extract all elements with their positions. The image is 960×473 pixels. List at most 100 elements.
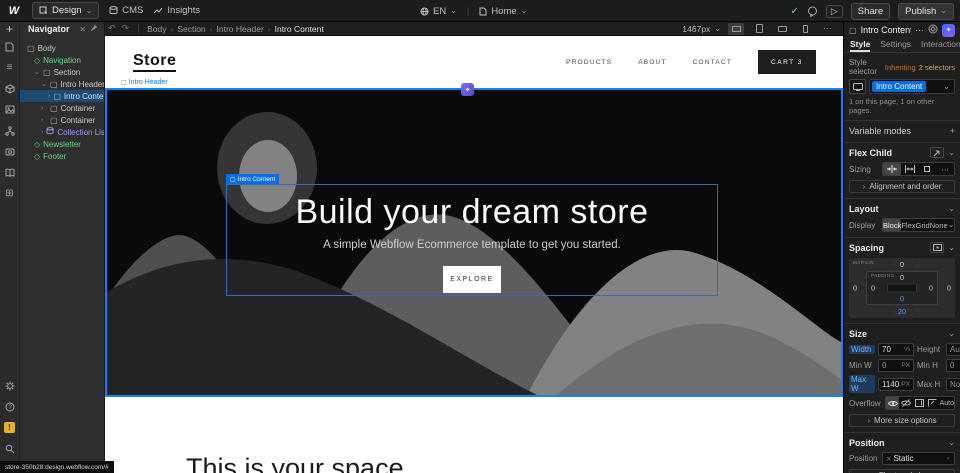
chevron-down-icon[interactable]: ⌄ — [948, 244, 955, 252]
webflow-logo[interactable]: W — [6, 5, 22, 17]
chevron-right-icon[interactable]: › — [48, 93, 50, 100]
overflow-auto-option[interactable]: Auto — [940, 397, 954, 409]
cms-button[interactable]: CMS — [109, 5, 143, 16]
sizing-more-option[interactable]: ⋯ — [936, 163, 954, 175]
insights-button[interactable]: Insights — [153, 5, 200, 16]
width-unit[interactable]: % — [904, 346, 910, 353]
locale-switcher[interactable]: EN ⌄ — [420, 6, 457, 17]
tab-style[interactable]: Style — [850, 38, 870, 52]
margin-top-value[interactable]: 0 — [849, 260, 955, 269]
sizing-grow-option[interactable] — [901, 163, 919, 175]
selection-tag-intro-header[interactable]: ▢ Intro Header — [121, 79, 168, 86]
class-selector-input[interactable]: Intro Content ⌄ — [869, 79, 955, 94]
padding-right-value[interactable]: 0 — [929, 284, 933, 293]
hero-section[interactable]: ✦ ▢ Intro Content Build your dream store… — [105, 88, 843, 397]
share-button[interactable]: Share — [851, 3, 890, 20]
create-component-icon[interactable] — [928, 24, 938, 36]
inherited-selectors-link[interactable]: 2 selectors — [919, 63, 955, 72]
tab-interactions[interactable]: Interactions — [921, 38, 960, 52]
tree-item-navigation[interactable]: ◇ Navigation — [20, 54, 104, 66]
design-mode-button[interactable]: Design ⌄ — [32, 2, 99, 19]
redo-icon[interactable]: ↷ — [119, 23, 133, 34]
next-section[interactable]: This is your space — [105, 397, 843, 473]
tree-item-container[interactable]: › ▢ Container — [20, 102, 104, 114]
flex-child-preset-icon[interactable] — [930, 147, 944, 158]
page-switcher[interactable]: Home ⌄ — [479, 6, 527, 17]
chevron-down-icon[interactable]: ⌄ — [41, 80, 47, 88]
symbols-icon[interactable] — [0, 120, 20, 141]
breadcrumb-body[interactable]: Body — [145, 24, 168, 34]
height-input[interactable]: Auto ⌄ — [946, 343, 960, 356]
preview-button[interactable]: ▷ — [826, 5, 843, 18]
padding-left-value[interactable]: 0 — [871, 284, 875, 293]
pages-icon[interactable] — [0, 36, 20, 57]
min-width-input[interactable]: 0 PX — [878, 359, 914, 372]
collapse-panel-icon[interactable]: ✕ — [77, 25, 88, 34]
libraries-icon[interactable] — [0, 162, 20, 183]
chevron-down-icon[interactable]: ⌄ — [948, 439, 955, 447]
intro-content-selection-box[interactable]: Build your dream store A simple Webflow … — [226, 184, 718, 296]
overflow-hidden-icon[interactable] — [899, 397, 912, 409]
margin-right-value[interactable]: 0 — [947, 284, 951, 293]
spacing-preset-icon[interactable] — [930, 242, 944, 253]
breakpoint-landscape-icon[interactable] — [774, 23, 790, 35]
hero-title[interactable]: Build your dream store — [227, 193, 717, 232]
breakpoint-desktop-icon[interactable] — [728, 23, 744, 35]
tree-item-intro-header[interactable]: ⌄ ▢ Intro Header — [20, 78, 104, 90]
tree-item-collection-list[interactable]: › Collection List Wra... — [20, 126, 104, 138]
settings-gear-icon[interactable] — [0, 375, 20, 396]
cart-button[interactable]: CART 3 — [758, 50, 816, 74]
ai-assistant-button[interactable]: ✦ — [942, 24, 955, 37]
site-header[interactable]: Store PRODUCTS ABOUT CONTACT CART 3 — [105, 36, 843, 88]
help-icon[interactable]: ? — [0, 396, 20, 417]
element-more-icon[interactable]: ⋯ — [915, 25, 924, 36]
chevron-right-icon[interactable]: › — [41, 105, 47, 112]
margin-bottom-value[interactable]: 20 — [849, 307, 955, 316]
display-grid-option[interactable]: Grid — [916, 219, 930, 231]
site-brand[interactable]: Store — [133, 52, 176, 72]
navigator-icon[interactable]: ≡ — [0, 57, 20, 78]
position-select[interactable]: ✕ Static ⌄ — [882, 452, 955, 465]
undo-icon[interactable]: ↶ — [105, 23, 119, 34]
more-breakpoints-icon[interactable]: ⋯ — [820, 23, 835, 34]
warning-icon[interactable]: ! — [0, 417, 20, 438]
hero-subtitle[interactable]: A simple Webflow Ecommerce template to g… — [227, 239, 717, 251]
tree-item-footer[interactable]: ◇ Footer — [20, 150, 104, 162]
nav-link-about[interactable]: ABOUT — [638, 59, 666, 66]
components-icon[interactable] — [0, 78, 20, 99]
breadcrumb-intro-content[interactable]: Intro Content — [273, 24, 326, 34]
breakpoint-indicator-icon[interactable] — [849, 79, 866, 94]
float-and-clear-button[interactable]: › Float and clear — [849, 469, 955, 473]
max-width-unit[interactable]: PX — [901, 381, 910, 388]
chevron-down-icon[interactable]: ⌄ — [34, 68, 40, 76]
tree-item-intro-content[interactable]: › ▢ Intro Content — [20, 90, 104, 102]
design-canvas[interactable]: Store PRODUCTS ABOUT CONTACT CART 3 ▢ In… — [105, 36, 843, 473]
display-block-option[interactable]: Block — [883, 219, 901, 231]
tree-item-section[interactable]: ⌄ ▢ Section — [20, 66, 104, 78]
min-width-unit[interactable]: PX — [901, 362, 910, 369]
comments-icon[interactable] — [807, 6, 818, 17]
display-none-option[interactable]: None ⌄ — [930, 219, 955, 231]
sizing-shrink-option[interactable] — [883, 163, 901, 175]
section-drag-handle[interactable]: ✦ — [461, 83, 474, 96]
max-height-input[interactable]: None ⌄ — [946, 378, 960, 391]
class-pill[interactable]: Intro Content — [872, 81, 926, 92]
publish-button[interactable]: Publish ⌄ — [898, 3, 954, 20]
tree-item-newsletter[interactable]: ◇ Newsletter — [20, 138, 104, 150]
apps-icon[interactable]: ⊞ — [0, 183, 20, 204]
width-input[interactable]: 70 % — [878, 343, 914, 356]
alignment-and-order-button[interactable]: › Alignment and order — [849, 180, 955, 193]
pin-panel-icon[interactable] — [88, 24, 100, 34]
tree-item-body[interactable]: ▢ Body — [20, 42, 104, 54]
nav-link-products[interactable]: PRODUCTS — [566, 59, 612, 66]
margin-left-value[interactable]: 0 — [853, 284, 857, 293]
chevron-right-icon[interactable]: › — [41, 117, 47, 124]
assets-icon[interactable] — [0, 99, 20, 120]
padding-top-value[interactable]: 0 — [867, 273, 937, 282]
more-size-options-button[interactable]: › More size options — [849, 414, 955, 427]
chevron-down-icon[interactable]: ⌄ — [948, 205, 955, 213]
overflow-visible-icon[interactable] — [886, 397, 899, 409]
breadcrumb-section[interactable]: Section — [175, 24, 207, 34]
overflow-clip-icon[interactable] — [926, 397, 939, 409]
min-height-input[interactable]: 0 PX — [946, 359, 960, 372]
